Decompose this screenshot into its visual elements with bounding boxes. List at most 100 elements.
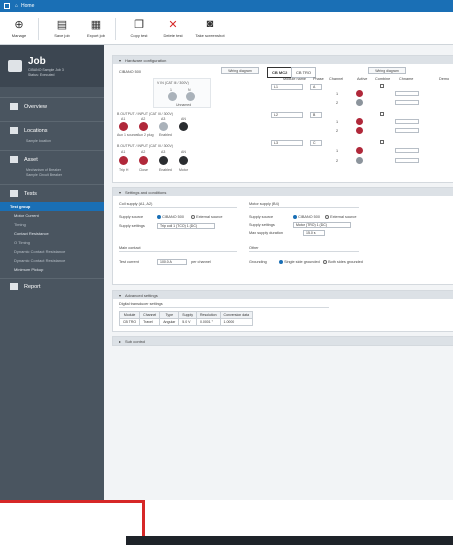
group2-title: B OUTPUT / INPUT (CAT III / 300V): [117, 112, 173, 116]
vin-terminal-1[interactable]: [168, 92, 177, 101]
hardware-header[interactable]: ▾ Hardware configuration: [113, 56, 453, 64]
active-indicator[interactable]: [356, 157, 363, 164]
chname-input[interactable]: [395, 100, 419, 105]
sub-control-header[interactable]: ▸ Sub control: [113, 337, 453, 345]
sidebar-item-test-group[interactable]: Test group: [0, 202, 104, 211]
advanced-header[interactable]: ▾ Advanced settings: [113, 291, 453, 299]
save-job-button[interactable]: ▤ Save job: [47, 18, 77, 39]
transducer-table: Module Channel Type Supply Resolution Co…: [118, 311, 254, 326]
take-screenshot-button[interactable]: ◙ Take screenshot: [192, 18, 228, 38]
phase-select[interactable]: B: [310, 112, 322, 118]
job-status: Status: Executed: [28, 72, 55, 77]
overview-icon: [10, 103, 18, 110]
active-indicator[interactable]: [356, 90, 363, 97]
sidebar-item-minimum-pickup[interactable]: Minimum Pickup: [0, 265, 104, 274]
main-content: ▾ Hardware configuration CIBANO 500 Wiri…: [104, 45, 453, 500]
vin-group: V IN (CAT III / 300V) 1 N Unnamed: [153, 78, 211, 108]
combine-checkbox[interactable]: [380, 140, 384, 144]
copy-test-button[interactable]: ❐ Copy test: [124, 18, 154, 39]
radio-off[interactable]: [325, 215, 329, 219]
group3-title: B OUTPUT / INPUT (CAT III / 300V): [117, 144, 173, 148]
chname-input[interactable]: [395, 148, 419, 153]
module-name-input[interactable]: L3: [271, 140, 303, 146]
motor-supply-title: Motor supply (B4): [249, 202, 279, 206]
report-icon: [10, 283, 18, 290]
wiring-diagram-left-button[interactable]: Wiring diagram: [221, 67, 259, 74]
module-name-input[interactable]: L1: [271, 84, 303, 90]
asset-subname: Sample Circuit Breaker: [26, 173, 62, 177]
c-output-an[interactable]: [179, 156, 188, 165]
job-title: Job: [28, 55, 46, 67]
b-output-a1[interactable]: [119, 122, 128, 131]
sidebar-item-contact-resistance[interactable]: Contact Resistance: [0, 229, 104, 238]
sidebar-item-dcr-1[interactable]: Dynamic Contact Resistance: [0, 247, 104, 256]
max-duration-input[interactable]: 15.0 s: [303, 230, 325, 236]
radio-off[interactable]: [191, 215, 195, 219]
active-indicator[interactable]: [356, 147, 363, 154]
job-card[interactable]: Job CIBANO Sample Job 3 Status: Executed: [0, 45, 104, 87]
wiring-diagram-right-button[interactable]: Wiring diagram: [368, 67, 406, 74]
location-name: Sample location: [26, 139, 51, 143]
vin-terminal-n[interactable]: [186, 92, 195, 101]
c-output-a2[interactable]: [139, 156, 148, 165]
chname-input[interactable]: [395, 128, 419, 133]
asset-icon: [10, 156, 18, 163]
combine-checkbox[interactable]: [380, 112, 384, 116]
motor-source-radio[interactable]: CIBANO 500: [293, 215, 320, 219]
radio-on[interactable]: [293, 215, 297, 219]
radio-off[interactable]: [323, 260, 327, 264]
b-output-an[interactable]: [179, 122, 188, 131]
location-icon: [10, 127, 18, 134]
sidebar-item-motor-current[interactable]: Motor Current: [0, 211, 104, 220]
type-select[interactable]: Angular: [159, 318, 180, 326]
sidebar-item-o-timing[interactable]: O Timing: [0, 238, 104, 247]
combine-checkbox[interactable]: [380, 84, 384, 88]
sidebar-item-locations[interactable]: Locations: [0, 121, 104, 139]
active-indicator[interactable]: [356, 99, 363, 106]
coil-external-radio[interactable]: External source: [191, 215, 222, 219]
radio-on[interactable]: [157, 215, 161, 219]
chname-input[interactable]: [395, 119, 419, 124]
phase-select[interactable]: C: [310, 140, 322, 146]
home-icon[interactable]: ⌂: [15, 3, 18, 9]
main-contact-title: Main contact: [119, 246, 141, 250]
table-row: CB TRO Travel Angular 5.0 V 0.0001 ° 1.0…: [118, 318, 254, 326]
settings-header[interactable]: ▾ Settings and conditions: [113, 188, 453, 196]
toolbar-divider: [115, 18, 116, 40]
app-icon: [4, 3, 10, 9]
module-name-input[interactable]: L2: [271, 112, 303, 118]
radio-on[interactable]: [279, 260, 283, 264]
b-output-a3[interactable]: [159, 122, 168, 131]
sidebar-item-timing[interactable]: Timing: [0, 220, 104, 229]
sidebar-item-tests[interactable]: Tests: [0, 184, 104, 202]
coil-source-radio[interactable]: CIBANO 500: [157, 215, 184, 219]
manage-button[interactable]: ⊕ Manage: [4, 18, 34, 39]
job-icon: [8, 60, 22, 72]
single-ground-radio[interactable]: Single side grounded: [279, 260, 320, 264]
sidebar-item-report[interactable]: Report: [0, 278, 104, 294]
active-indicator[interactable]: [356, 127, 363, 134]
motor-external-radio[interactable]: External source: [325, 215, 356, 219]
coil-settings-select[interactable]: Trip coil 1 (TCO) 1 (DC): [157, 223, 215, 229]
active-indicator[interactable]: [356, 118, 363, 125]
b-output-a2[interactable]: [139, 122, 148, 131]
chname-input[interactable]: [395, 91, 419, 96]
sidebar: Job CIBANO Sample Job 3 Status: Executed…: [0, 45, 104, 500]
c-output-a1[interactable]: [119, 156, 128, 165]
both-ground-radio[interactable]: Both sides grounded: [323, 260, 363, 264]
footer-area: [0, 500, 453, 545]
settings-panel: ▾ Settings and conditions Coil supply (A…: [112, 187, 453, 285]
collapse-icon: ▾: [119, 189, 122, 195]
test-current-input[interactable]: 100.0 A: [157, 259, 187, 265]
export-job-button[interactable]: ▦ Export job: [81, 18, 111, 39]
chname-input[interactable]: [395, 158, 419, 163]
phase-select[interactable]: A: [310, 84, 322, 90]
sidebar-item-asset[interactable]: Asset: [0, 150, 104, 168]
c-output-a3[interactable]: [159, 156, 168, 165]
table-header-row: Module Channel Type Supply Resolution Co…: [118, 311, 254, 319]
export-icon: ▦: [90, 18, 102, 31]
sidebar-item-overview[interactable]: Overview: [0, 97, 104, 115]
delete-test-button[interactable]: ✕ Delete test: [158, 18, 188, 39]
sidebar-item-dcr-2[interactable]: Dynamic Contact Resistance: [0, 256, 104, 265]
motor-settings-select[interactable]: Motor (TRO) 1 (DC): [293, 222, 351, 228]
